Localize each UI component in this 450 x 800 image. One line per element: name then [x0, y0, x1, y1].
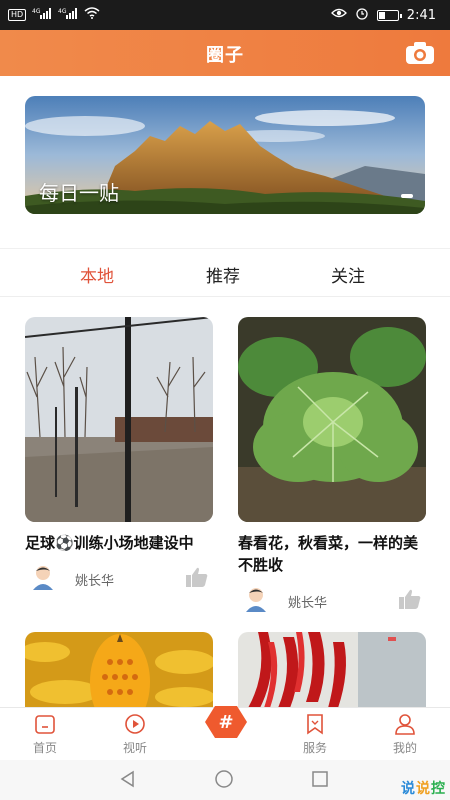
status-bar: HD 4G 4G 2:41 — [0, 0, 450, 30]
signal-icon: 4G — [32, 7, 52, 22]
divider — [0, 296, 450, 297]
thumbs-up-icon[interactable] — [185, 566, 209, 588]
post-image — [25, 632, 213, 708]
post-card[interactable]: 春看花，秋看菜，一样的美不胜收 姚长华 — [238, 317, 426, 618]
carousel-indicator[interactable] — [401, 194, 413, 198]
nav-mine[interactable]: 我的 — [375, 712, 435, 756]
signal-2-label: 4G — [58, 8, 67, 15]
field-image — [25, 317, 213, 522]
hd-badge: HD — [8, 8, 27, 21]
feed-tabs: 本地 推荐 关注 — [0, 250, 450, 296]
author-name[interactable]: 姚长华 — [288, 592, 327, 611]
signal-icon-2: 4G — [58, 7, 78, 22]
post-meta: 姚长华 — [238, 584, 426, 618]
eye-icon — [330, 7, 347, 23]
post-image — [25, 317, 213, 522]
avatar[interactable] — [31, 564, 55, 590]
nav-media-label: 视听 — [122, 741, 147, 755]
post-title: 足球⚽训练小场地建设中 — [25, 534, 194, 552]
bookmark-icon — [307, 714, 323, 735]
corn-image — [25, 632, 213, 708]
watermark-char-1: 说 — [401, 781, 416, 797]
clock: 2:41 — [406, 7, 436, 23]
nav-service[interactable]: 服务 — [285, 712, 345, 756]
nav-topic-button[interactable]: # — [205, 704, 247, 740]
recents-icon[interactable] — [311, 770, 329, 788]
post-title: 春看花，秋看菜，一样的美不胜收 — [238, 534, 419, 574]
nav-mine-label: 我的 — [392, 741, 417, 755]
tab-follow[interactable]: 关注 — [331, 262, 365, 287]
post-card[interactable] — [25, 632, 213, 708]
page-title: 圈子 — [206, 45, 244, 66]
back-icon[interactable] — [119, 770, 137, 788]
watermark-char-2: 说 — [416, 781, 431, 797]
system-nav-bar: 说说控 — [0, 760, 450, 800]
banner-caption: 每日一贴 — [39, 181, 119, 205]
tab-local[interactable]: 本地 — [80, 262, 114, 287]
battery-icon — [376, 9, 402, 21]
home-icon — [35, 715, 55, 734]
post-card[interactable]: 足球⚽训练小场地建设中 姚长华 — [25, 317, 213, 596]
watermark-char-3: 控 — [431, 781, 446, 797]
nav-service-label: 服务 — [302, 741, 327, 755]
play-icon — [125, 714, 145, 734]
nav-media[interactable]: 视听 — [105, 712, 165, 756]
signal-1-label: 4G — [32, 8, 41, 15]
thumbs-up-icon[interactable] — [398, 588, 422, 610]
tab-recommend[interactable]: 推荐 — [206, 262, 240, 287]
divider — [0, 248, 450, 249]
nav-home[interactable]: 首页 — [15, 712, 75, 756]
camera-button[interactable] — [404, 39, 436, 67]
bottom-nav: 首页 视听 # 服务 我的 — [0, 704, 450, 759]
watermark: 说说控 — [401, 778, 446, 798]
hashtag-icon: # — [205, 706, 247, 738]
battery-fill — [378, 11, 385, 19]
user-icon — [395, 714, 415, 735]
wifi-icon — [84, 7, 100, 22]
status-right: 2:41 — [330, 6, 436, 24]
app-header: 圈子 — [0, 30, 450, 76]
daily-post-banner[interactable]: 每日一贴 — [25, 96, 425, 214]
alarm-icon — [355, 6, 369, 24]
post-card[interactable] — [238, 632, 426, 708]
cabbage-image — [238, 317, 426, 522]
author-name[interactable]: 姚长华 — [75, 570, 114, 589]
chili-peppers-image — [238, 632, 426, 708]
avatar[interactable] — [244, 586, 268, 612]
camera-icon — [406, 42, 434, 64]
home-circle-icon[interactable] — [214, 769, 234, 789]
hashtag-label: # — [218, 712, 233, 733]
post-image — [238, 632, 426, 708]
post-image — [238, 317, 426, 522]
status-left: HD 4G 4G — [8, 7, 100, 22]
nav-home-label: 首页 — [32, 741, 57, 755]
post-meta: 姚长华 — [25, 562, 213, 596]
